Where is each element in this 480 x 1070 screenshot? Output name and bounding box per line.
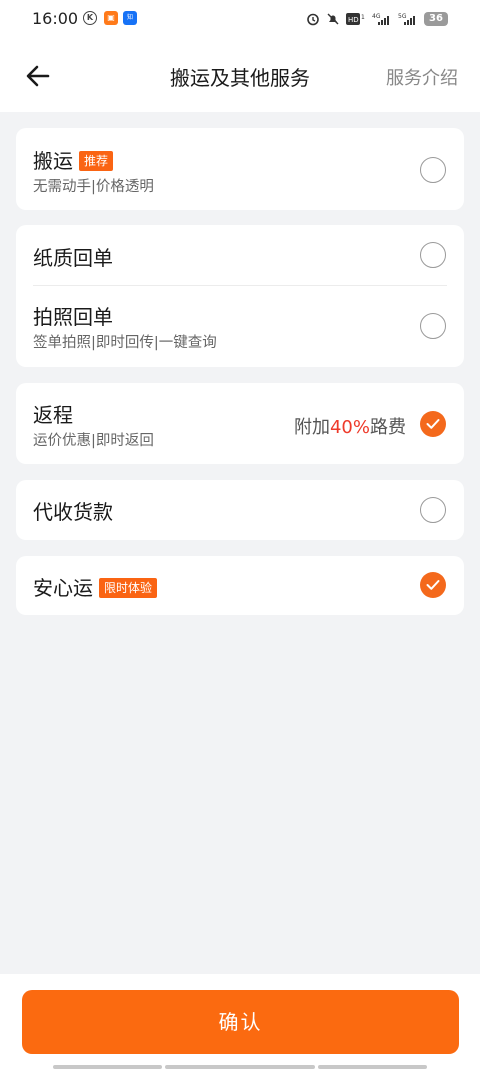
status-time: 16:00 <box>32 9 79 28</box>
checkmark-icon <box>426 580 440 590</box>
svg-text:4G: 4G <box>372 13 381 20</box>
peace-of-mind-card: 安心运 限时体验 <box>16 556 464 615</box>
photo-receipt-radio[interactable] <box>420 313 446 339</box>
gesture-bar <box>318 1065 427 1069</box>
hd-icon: HD 1 <box>346 13 365 25</box>
svg-text:HD: HD <box>348 16 359 24</box>
option-subtitle: 签单拍照|即时回传|一键查询 <box>33 335 217 351</box>
option-title: 搬运 <box>33 149 73 173</box>
cod-radio[interactable] <box>420 497 446 523</box>
option-subtitle: 无需动手|价格透明 <box>33 179 154 195</box>
paper-receipt-radio[interactable] <box>420 242 446 268</box>
option-title: 拍照回单 <box>33 305 113 329</box>
option-paper-receipt[interactable]: 纸质回单 <box>16 225 464 285</box>
recommend-badge: 推荐 <box>79 151 114 171</box>
gesture-bar <box>165 1065 315 1069</box>
nav-bar: 搬运及其他服务 服务介绍 <box>0 38 480 112</box>
carry-radio[interactable] <box>420 157 446 183</box>
option-photo-receipt[interactable]: 拍照回单 签单拍照|即时回传|一键查询 <box>16 286 464 367</box>
option-title: 纸质回单 <box>33 246 113 270</box>
option-title: 返程 <box>33 403 73 427</box>
limited-trial-badge: 限时体验 <box>99 578 158 598</box>
cod-card: 代收货款 <box>16 480 464 540</box>
option-subtitle: 运价优惠|即时返回 <box>33 433 154 449</box>
battery-icon: 36 <box>424 12 448 26</box>
option-cod[interactable]: 代收货款 <box>16 480 464 540</box>
option-return-trip[interactable]: 返程 运价优惠|即时返回 附加40%路费 <box>16 383 464 464</box>
svg-text:1: 1 <box>361 14 365 21</box>
peace-of-mind-checked[interactable] <box>420 572 446 598</box>
checkmark-icon <box>426 419 440 429</box>
option-peace-of-mind[interactable]: 安心运 限时体验 <box>16 556 464 615</box>
status-indicators: HD 1 4G 5G 36 <box>306 10 448 28</box>
bottom-bar: 确认 <box>0 974 480 1070</box>
signal-5g-icon: 5G <box>398 13 415 25</box>
mute-icon <box>327 13 339 25</box>
option-title: 代收货款 <box>33 500 113 524</box>
zhihu-app-icon: 知 <box>123 11 137 25</box>
receipt-card: 纸质回单 拍照回单 签单拍照|即时回传|一键查询 <box>16 225 464 367</box>
status-bar: 16:00 K ▣ 知 HD 1 4G 5G 36 <box>0 0 480 38</box>
shop-app-icon: ▣ <box>104 11 118 25</box>
service-intro-link[interactable]: 服务介绍 <box>386 64 458 90</box>
app-k-icon: K <box>83 11 97 25</box>
svg-text:5G: 5G <box>398 13 407 20</box>
option-carry[interactable]: 搬运 推荐 无需动手|价格透明 <box>16 128 464 210</box>
alarm-icon <box>307 13 319 26</box>
surcharge-percent: 40% <box>329 417 370 438</box>
carry-card: 搬运 推荐 无需动手|价格透明 <box>16 128 464 210</box>
surcharge-text: 附加40%路费 <box>293 417 406 438</box>
return-trip-checked[interactable] <box>420 411 446 437</box>
gesture-bar <box>53 1065 162 1069</box>
return-trip-card: 返程 运价优惠|即时返回 附加40%路费 <box>16 383 464 464</box>
option-title: 安心运 <box>33 576 93 600</box>
signal-4g-icon: 4G <box>372 13 389 25</box>
confirm-button[interactable]: 确认 <box>22 990 459 1054</box>
